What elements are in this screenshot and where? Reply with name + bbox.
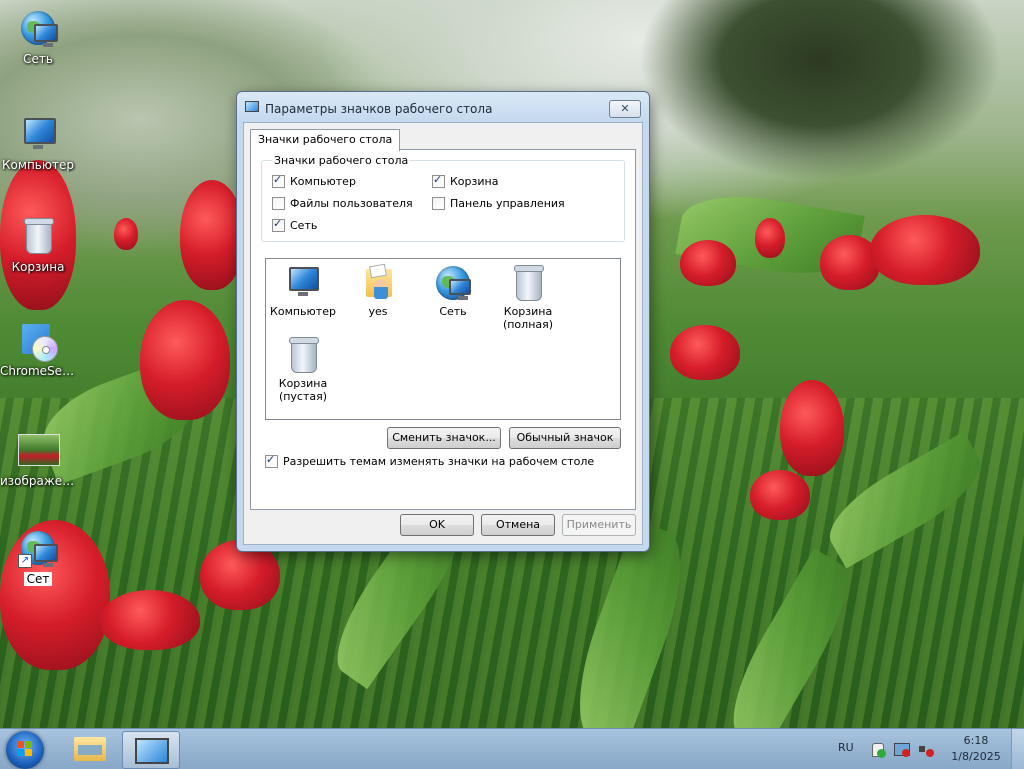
user-folder-icon [358,263,398,303]
volume-muted-icon[interactable] [918,741,934,757]
wallpaper-tulip [870,215,980,285]
start-button[interactable] [6,731,44,769]
network-shortcut-icon: ↗ [18,528,58,568]
desktop-icon-label: Корзина [11,260,65,274]
desktop-icons-group: Значки рабочего стола Компьютер Корзина … [261,154,625,242]
close-button[interactable]: ✕ [609,100,641,118]
show-desktop-button[interactable] [1011,729,1024,769]
list-item-label: Корзина (полная) [502,305,554,331]
list-item-user-folder[interactable]: yes [341,263,415,318]
desktop-icon-recycle-bin[interactable]: Корзина [0,216,76,274]
checkbox-box[interactable] [272,197,285,210]
desktop-icon-network-shortcut[interactable]: ↗ Сет [0,528,76,589]
taskbar-dialog-button[interactable] [122,731,180,769]
wallpaper-tulip [780,380,844,476]
recycle-bin-full-icon [508,263,548,303]
desktop-icon-label: ChromeSet... [0,364,76,378]
default-icon-button[interactable]: Обычный значок [509,427,621,449]
cancel-button[interactable]: Отмена [481,514,555,536]
network-icon [433,263,473,303]
computer-icon [18,114,58,154]
desktop-icon-label: Компьютер [2,158,74,172]
image-thumbnail-icon [18,430,60,470]
checkbox-label: Сеть [290,219,318,232]
wallpaper-tulip [180,180,244,290]
wallpaper-tulip [140,300,230,420]
wallpaper-tulip [100,590,200,650]
taskbar: RU 6:18 1/8/2025 [0,728,1024,769]
checkbox-box[interactable] [272,173,285,188]
action-center-icon[interactable] [870,741,886,758]
list-item-network[interactable]: Сеть [416,263,490,318]
checkbox-box[interactable] [432,173,445,188]
computer-icon [283,263,323,303]
tab-desktop-icons[interactable]: Значки рабочего стола [250,129,401,151]
list-item-label: Корзина (пустая) [278,377,328,403]
checkbox-box[interactable] [272,217,285,232]
dialog-client-area: Значки рабочего стола Значки рабочего ст… [243,122,643,545]
desktop-icon-settings-dialog: Параметры значков рабочего стола ✕ Значк… [236,91,650,552]
wallpaper-tulip [680,240,736,286]
dialog-app-icon [245,101,259,113]
desktop-icon-network[interactable]: Сеть [0,8,76,66]
checkbox-allow-themes[interactable]: Разрешить темам изменять значки на рабоч… [265,453,595,468]
checkbox-computer[interactable]: Компьютер [272,173,356,188]
dialog-titlebar[interactable]: Параметры значков рабочего стола ✕ [237,92,649,122]
list-item-computer[interactable]: Компьютер [266,263,340,318]
language-indicator[interactable]: RU [838,741,854,754]
wallpaper-tulip [755,218,785,258]
network-status-icon[interactable] [894,741,910,757]
checkbox-box[interactable] [432,197,445,210]
change-icon-button[interactable]: Сменить значок... [387,427,501,449]
clock-date: 1/8/2025 [951,750,1001,763]
wallpaper-tulip [750,470,810,520]
list-item-label: Сеть [439,305,467,318]
checkbox-label: Компьютер [290,175,356,188]
explorer-icon [74,737,106,761]
network-icon [18,8,58,48]
checkbox-label: Разрешить темам изменять значки на рабоч… [283,455,595,468]
desktop-icon-image[interactable]: изображен... [0,430,76,488]
desktop-icon-settings-icon [135,738,169,764]
wallpaper-tulip [670,325,740,380]
checkbox-control-panel[interactable]: Панель управления [432,197,565,210]
tab-panel: Значки рабочего стола Компьютер Корзина … [250,149,636,510]
ok-button[interactable]: OK [400,514,474,536]
checkbox-label: Панель управления [450,197,565,210]
clock[interactable]: 6:18 1/8/2025 [950,733,1002,765]
desktop-icon-computer[interactable]: Компьютер [0,114,76,172]
checkbox-user-files[interactable]: Файлы пользователя [272,197,413,210]
checkbox-recycle-bin[interactable]: Корзина [432,173,499,188]
recycle-bin-icon [18,216,58,256]
desktop-icon-chromesetup[interactable]: ChromeSet... [0,320,76,378]
group-title: Значки рабочего стола [272,154,411,167]
checkbox-network[interactable]: Сеть [272,217,318,232]
recycle-bin-empty-icon [283,335,323,375]
close-icon: ✕ [620,102,630,115]
apply-button[interactable]: Применить [562,514,636,536]
taskbar-explorer-button[interactable] [62,731,118,767]
checkbox-label: Корзина [450,175,499,188]
desktop-icon-label: изображен... [0,474,76,488]
icon-preview-list[interactable]: Компьютер yes Сеть Корзина (полная) Корз… [265,258,621,420]
windows-logo-icon [17,741,33,757]
list-item-label: yes [368,305,388,318]
dialog-title: Параметры значков рабочего стола [265,102,493,116]
checkbox-box[interactable] [265,453,278,468]
shortcut-arrow-icon: ↗ [18,554,32,568]
installer-icon [18,320,58,362]
list-item-recycle-bin-full[interactable]: Корзина (полная) [491,263,565,331]
list-item-recycle-bin-empty[interactable]: Корзина (пустая) [266,335,340,403]
clock-time: 6:18 [963,734,989,747]
desktop-icon-label[interactable]: Сет [23,572,53,586]
checkbox-label: Файлы пользователя [290,197,413,210]
desktop-icon-label: Сеть [23,52,53,66]
list-item-label: Компьютер [270,305,336,318]
wallpaper-tulip [114,218,138,250]
